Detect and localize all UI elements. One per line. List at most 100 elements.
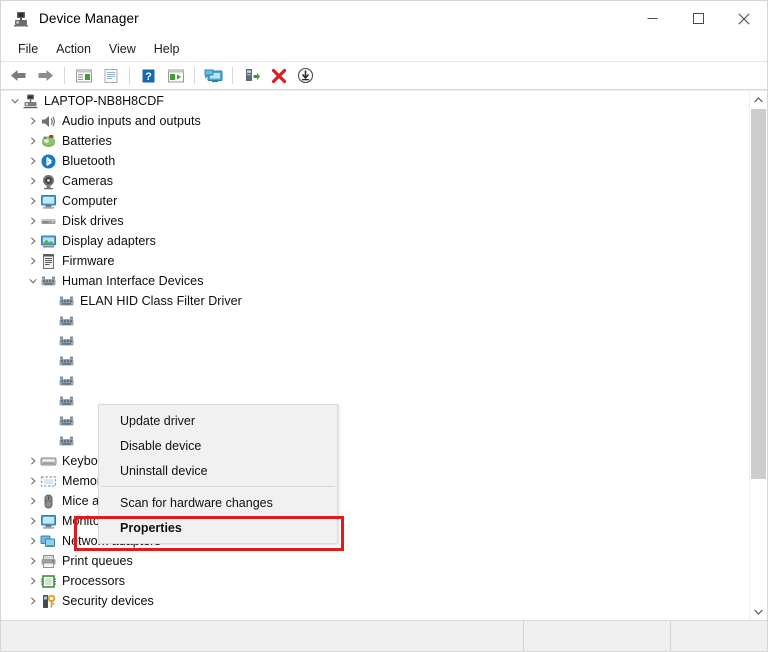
- tree-node[interactable]: Firmware: [1, 251, 750, 271]
- tree-node-label: Cameras: [62, 174, 114, 188]
- tree-node[interactable]: Bluetooth: [1, 151, 750, 171]
- tree-node[interactable]: Cameras: [1, 171, 750, 191]
- question-mark-icon[interactable]: ?: [136, 64, 161, 87]
- context-menu-separator: [101, 486, 335, 487]
- status-segment-2: [524, 621, 671, 651]
- menu-view[interactable]: View: [100, 40, 145, 58]
- chevron-right-icon: [43, 311, 58, 331]
- maximize-button[interactable]: [675, 1, 721, 36]
- back-arrow-icon[interactable]: [6, 64, 31, 87]
- vertical-scrollbar[interactable]: [749, 91, 767, 620]
- minimize-button[interactable]: [629, 1, 675, 36]
- toolbar-separator-4: [232, 67, 233, 84]
- tree-node[interactable]: Processors: [1, 571, 750, 591]
- scroll-down-arrow[interactable]: [750, 603, 767, 620]
- chevron-right-icon[interactable]: [25, 571, 40, 591]
- context-menu-item-properties[interactable]: Properties: [99, 515, 337, 540]
- menu-action[interactable]: Action: [47, 40, 100, 58]
- tree-node[interactable]: [1, 331, 750, 351]
- chevron-right-icon[interactable]: [25, 551, 40, 571]
- chevron-right-icon: [43, 291, 58, 311]
- scrollbar-thumb[interactable]: [751, 109, 766, 479]
- svg-text:?: ?: [145, 71, 152, 83]
- chevron-right-icon: [43, 371, 58, 391]
- firmware-icon: [40, 253, 57, 270]
- toolbar: ?: [1, 62, 767, 90]
- processor-icon: [40, 573, 57, 590]
- chevron-right-icon[interactable]: [25, 531, 40, 551]
- chevron-right-icon[interactable]: [25, 511, 40, 531]
- tree-node-label: Security devices: [62, 594, 154, 608]
- chevron-right-icon[interactable]: [25, 231, 40, 251]
- console-tree-icon[interactable]: [71, 64, 96, 87]
- chevron-right-icon[interactable]: [25, 131, 40, 151]
- red-x-icon[interactable]: [266, 64, 291, 87]
- computer-root-icon: [22, 93, 39, 110]
- chevron-right-icon[interactable]: [25, 211, 40, 231]
- tree-node-label: Human Interface Devices: [62, 274, 204, 288]
- scroll-up-arrow[interactable]: [750, 91, 767, 108]
- chevron-right-icon: [43, 351, 58, 371]
- tree-node[interactable]: ELAN HID Class Filter Driver: [1, 291, 750, 311]
- device-manager-window: Device Manager File Action View Help ? L…: [0, 0, 768, 652]
- tree-node[interactable]: Print queues: [1, 551, 750, 571]
- update-driver-icon[interactable]: [239, 64, 264, 87]
- chevron-right-icon: [43, 431, 58, 451]
- chevron-right-icon: [43, 331, 58, 351]
- chevron-right-icon[interactable]: [25, 251, 40, 271]
- hid-device-icon: [58, 293, 75, 310]
- properties-page-icon[interactable]: [98, 64, 123, 87]
- tree-node[interactable]: Disk drives: [1, 211, 750, 231]
- chevron-right-icon[interactable]: [25, 111, 40, 131]
- security-icon: [40, 593, 57, 610]
- hid-device-icon: [58, 333, 75, 350]
- tree-node-label: Computer: [62, 194, 118, 208]
- forward-arrow-icon[interactable]: [33, 64, 58, 87]
- tree-node[interactable]: [1, 311, 750, 331]
- menu-file[interactable]: File: [9, 40, 47, 58]
- mouse-icon: [40, 493, 57, 510]
- context-menu-item-scan-for-hardware-changes[interactable]: Scan for hardware changes: [99, 490, 337, 515]
- chevron-right-icon[interactable]: [25, 191, 40, 211]
- tree-node[interactable]: Human Interface Devices: [1, 271, 750, 291]
- chevron-right-icon[interactable]: [25, 491, 40, 511]
- title-bar: Device Manager: [1, 1, 767, 36]
- tree-node[interactable]: Audio inputs and outputs: [1, 111, 750, 131]
- chevron-right-icon: [43, 391, 58, 411]
- close-button[interactable]: [721, 1, 767, 36]
- chevron-right-icon[interactable]: [25, 171, 40, 191]
- tree-node[interactable]: Batteries: [1, 131, 750, 151]
- tree-node-label: ELAN HID Class Filter Driver: [80, 294, 242, 308]
- bluetooth-icon: [40, 153, 57, 170]
- status-segment-3: [671, 621, 767, 651]
- tree-node-label: Disk drives: [62, 214, 124, 228]
- view-window-icon[interactable]: [163, 64, 188, 87]
- chevron-right-icon[interactable]: [25, 471, 40, 491]
- menu-help[interactable]: Help: [145, 40, 189, 58]
- tree-node[interactable]: [1, 371, 750, 391]
- chevron-right-icon[interactable]: [25, 591, 40, 611]
- context-menu-item-uninstall-device[interactable]: Uninstall device: [99, 458, 337, 483]
- context-menu: Update driver Disable device Uninstall dev…: [98, 404, 338, 544]
- toolbar-separator-1: [64, 67, 65, 84]
- tree-node-label: Print queues: [62, 554, 133, 568]
- chevron-right-icon[interactable]: [25, 451, 40, 471]
- chevron-down-icon[interactable]: [7, 91, 22, 111]
- monitor-icon[interactable]: [201, 64, 226, 87]
- tree-node[interactable]: Computer: [1, 191, 750, 211]
- chevron-down-icon[interactable]: [25, 271, 40, 291]
- context-menu-item-update-driver[interactable]: Update driver: [99, 408, 337, 433]
- monitor-icon: [40, 513, 57, 530]
- scan-download-icon[interactable]: [293, 64, 318, 87]
- printer-icon: [40, 553, 57, 570]
- tree-node[interactable]: Display adapters: [1, 231, 750, 251]
- context-menu-item-disable-device[interactable]: Disable device: [99, 433, 337, 458]
- keyboard-icon: [40, 453, 57, 470]
- tree-node[interactable]: Security devices: [1, 591, 750, 611]
- tree-root-node[interactable]: LAPTOP-NB8H8CDF: [1, 91, 750, 111]
- tree-node[interactable]: [1, 351, 750, 371]
- chevron-right-icon[interactable]: [25, 151, 40, 171]
- computer-icon: [40, 193, 57, 210]
- toolbar-separator-2: [129, 67, 130, 84]
- tree-node-label: Bluetooth: [62, 154, 116, 168]
